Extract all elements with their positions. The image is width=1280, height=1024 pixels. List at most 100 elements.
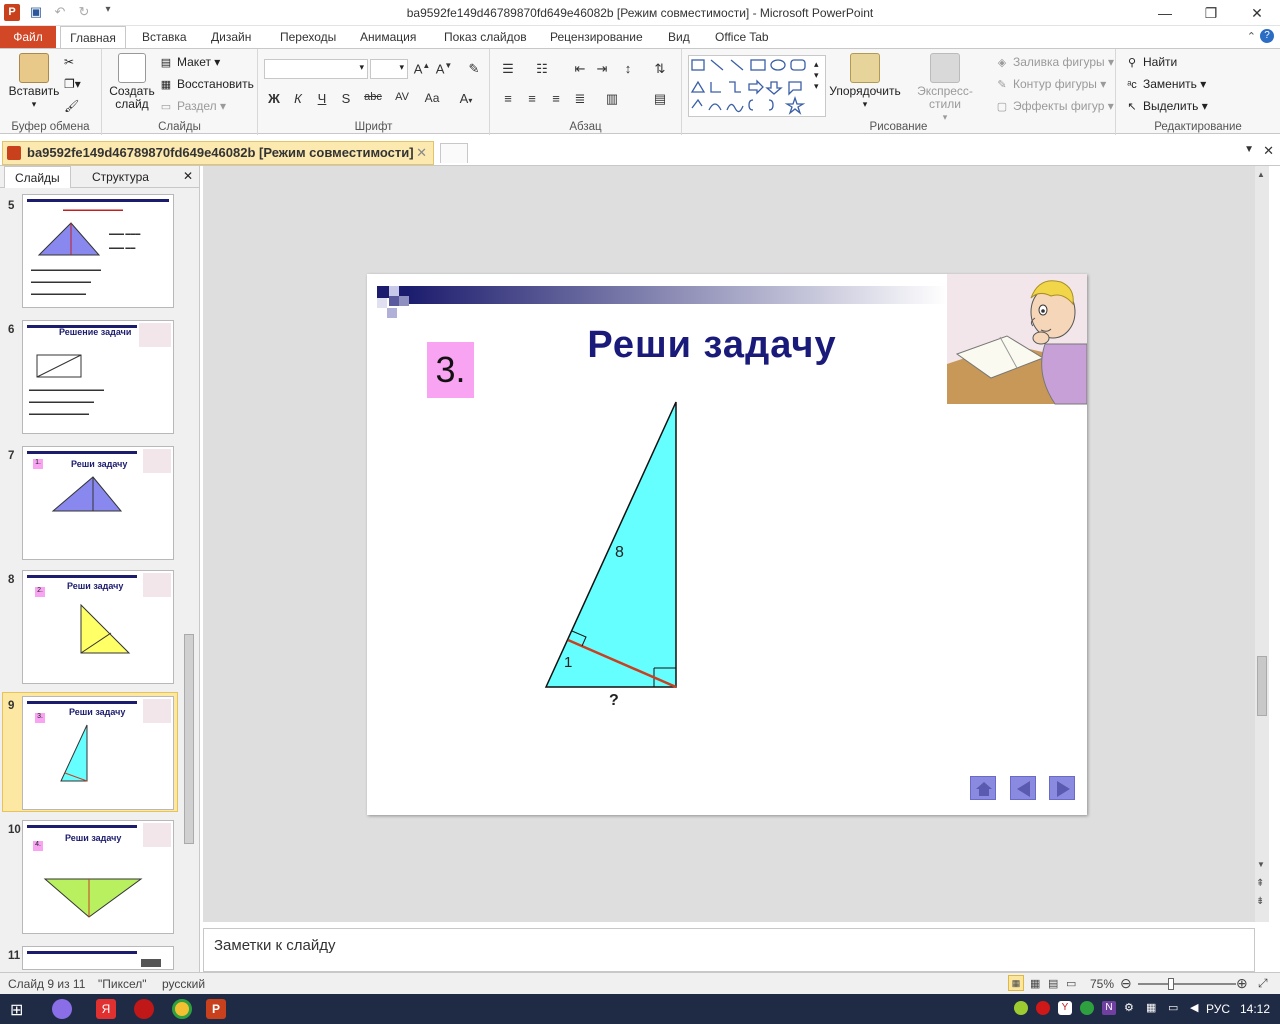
slide-canvas[interactable]: 3. Реши задачу 8 1 ?	[367, 274, 1087, 815]
decrease-indent-icon[interactable]: ⇤	[570, 61, 590, 77]
pane-scrollbar[interactable]	[182, 190, 196, 972]
underline-button[interactable]: Ч	[312, 91, 332, 106]
tray-icon[interactable]: N	[1102, 1001, 1116, 1015]
font-color-icon[interactable]: A▾	[456, 91, 476, 106]
strikethrough-button[interactable]: abc	[360, 91, 386, 103]
close-tab-button[interactable]: ✕	[416, 142, 427, 164]
close-pane-button[interactable]: ✕	[183, 169, 193, 183]
select-button[interactable]: ↖ Выделить ▾	[1124, 99, 1207, 114]
document-tab[interactable]: ba9592fe149d46789870fd649e46082b [Режим …	[2, 141, 434, 165]
windows-start-icon[interactable]: ⊞	[10, 1000, 23, 1020]
network-icon[interactable]: ▭	[1168, 1001, 1182, 1015]
zoom-out-icon[interactable]: ⊖	[1120, 975, 1132, 992]
italic-button[interactable]: К	[288, 91, 308, 106]
line-spacing-icon[interactable]: ↕	[618, 61, 638, 76]
tab-view[interactable]: Вид	[662, 26, 696, 48]
notes-pane[interactable]: Заметки к слайду	[203, 928, 1255, 972]
increase-indent-icon[interactable]: ⇥	[592, 61, 612, 77]
maximize-button[interactable]: ❐	[1188, 0, 1234, 26]
clear-format-icon[interactable]: ✎	[464, 61, 484, 77]
tab-transitions[interactable]: Переходы	[274, 26, 342, 48]
slide-title[interactable]: Реши задачу	[567, 324, 857, 367]
next-slide-icon[interactable]: ⇟	[1256, 896, 1264, 907]
tab-slides[interactable]: Слайды	[4, 166, 71, 188]
app-icon[interactable]	[52, 999, 72, 1019]
tab-review[interactable]: Рецензирование	[544, 26, 649, 48]
font-size-select[interactable]: ▾	[370, 59, 408, 79]
new-slide-button[interactable]: Создать слайд	[108, 53, 156, 111]
zoom-slider-thumb[interactable]	[1168, 978, 1174, 990]
tray-icon[interactable]	[1036, 1001, 1050, 1015]
align-center-icon[interactable]: ≡	[522, 91, 542, 106]
tray-icon[interactable]	[1080, 1001, 1094, 1015]
slide-thumbnail-8[interactable]: 2. Реши задачу	[22, 570, 174, 684]
find-button[interactable]: ⚲ Найти	[1124, 55, 1177, 70]
collapse-ribbon-icon[interactable]: ⌃	[1247, 30, 1256, 43]
home-nav-button[interactable]	[970, 776, 996, 800]
close-doc-icon[interactable]: ✕	[1263, 143, 1274, 159]
bullets-icon[interactable]: ☰	[498, 61, 518, 77]
columns-icon[interactable]: ▥	[602, 91, 622, 107]
paste-button[interactable]: Вставить ▾	[6, 53, 62, 111]
shape-fill-button[interactable]: ◈ Заливка фигуры ▾	[994, 55, 1114, 70]
tab-outline[interactable]: Структура	[82, 166, 159, 188]
format-painter-icon[interactable]: 🖌	[64, 99, 79, 113]
tab-office-tab[interactable]: Office Tab	[709, 26, 775, 48]
smartart-icon[interactable]: ▤	[650, 91, 670, 107]
bold-button[interactable]: Ж	[264, 91, 284, 106]
slide-thumbnail-10[interactable]: 4. Реши задачу	[22, 820, 174, 934]
gallery-scroll-icon[interactable]: ▴ ▾ ▾	[814, 59, 819, 92]
clock[interactable]: 14:12	[1240, 1002, 1270, 1016]
tab-file[interactable]: Файл	[0, 26, 56, 48]
scroll-thumb[interactable]	[1257, 656, 1267, 716]
tray-icon[interactable]: Y	[1058, 1001, 1072, 1015]
reading-view-icon[interactable]: ▤	[1048, 977, 1058, 990]
section-button[interactable]: ▭ Раздел ▾	[158, 99, 226, 114]
next-nav-button[interactable]	[1049, 776, 1075, 800]
scroll-up-icon[interactable]: ▲	[1257, 170, 1265, 179]
zoom-in-icon[interactable]: ⊕	[1236, 975, 1248, 992]
yandex-icon[interactable]: Я	[96, 999, 116, 1019]
grow-font-icon[interactable]: A▲	[412, 61, 432, 76]
tray-icon[interactable]: ⚙	[1124, 1001, 1138, 1015]
zoom-slider[interactable]	[1138, 983, 1236, 985]
minimize-button[interactable]: —	[1142, 0, 1188, 26]
prev-slide-icon[interactable]: ⇞	[1256, 878, 1264, 889]
cut-icon[interactable]: ✂	[64, 55, 74, 69]
numbering-icon[interactable]: ☷	[532, 61, 552, 77]
text-direction-icon[interactable]: ⇅	[650, 61, 670, 77]
pane-scroll-thumb[interactable]	[184, 634, 194, 844]
reset-button[interactable]: ▦ Восстановить	[158, 77, 254, 92]
quick-styles-button[interactable]: Экспресс-стили ▾	[904, 53, 986, 124]
copy-icon[interactable]: ❐▾	[64, 77, 81, 91]
tab-list-icon[interactable]: ▼	[1244, 144, 1254, 155]
opera-icon[interactable]	[134, 999, 154, 1019]
fit-slide-icon[interactable]: ⤢	[1258, 976, 1268, 991]
slide-thumbnail-9[interactable]: 3. Реши задачу	[22, 696, 174, 810]
replace-button[interactable]: ᵃc Заменить ▾	[1124, 77, 1206, 92]
shape-effects-button[interactable]: ▢ Эффекты фигур ▾	[994, 99, 1114, 114]
volume-icon[interactable]: ◀	[1190, 1001, 1204, 1015]
tab-home[interactable]: Главная	[60, 26, 126, 49]
shrink-font-icon[interactable]: A▼	[434, 61, 454, 76]
tab-slideshow[interactable]: Показ слайдов	[438, 26, 533, 48]
char-spacing-button[interactable]: AV	[388, 91, 416, 103]
tray-icon[interactable]	[1014, 1001, 1028, 1015]
shapes-gallery[interactable]	[688, 55, 826, 117]
chrome-icon[interactable]	[172, 999, 192, 1019]
zoom-level[interactable]: 75%	[1090, 977, 1114, 991]
close-window-button[interactable]: ✕	[1234, 0, 1280, 26]
tray-icon[interactable]: ▦	[1146, 1001, 1160, 1015]
help-icon[interactable]: ?	[1260, 29, 1274, 43]
theme-name[interactable]: "Пиксел"	[98, 977, 147, 991]
scroll-down-icon[interactable]: ▼	[1257, 860, 1265, 869]
tab-design[interactable]: Дизайн	[205, 26, 257, 48]
font-name-select[interactable]: ▾	[264, 59, 368, 79]
keyboard-language[interactable]: РУС	[1206, 1002, 1230, 1016]
slide-sorter-icon[interactable]: ▦	[1030, 977, 1040, 990]
change-case-button[interactable]: Аа	[418, 91, 446, 105]
new-tab-button[interactable]	[440, 143, 468, 163]
slide-thumbnail-7[interactable]: 1. Реши задачу	[22, 446, 174, 560]
arrange-button[interactable]: Упорядочить ▾	[828, 53, 902, 111]
shape-outline-button[interactable]: ✎ Контур фигуры ▾	[994, 77, 1106, 92]
